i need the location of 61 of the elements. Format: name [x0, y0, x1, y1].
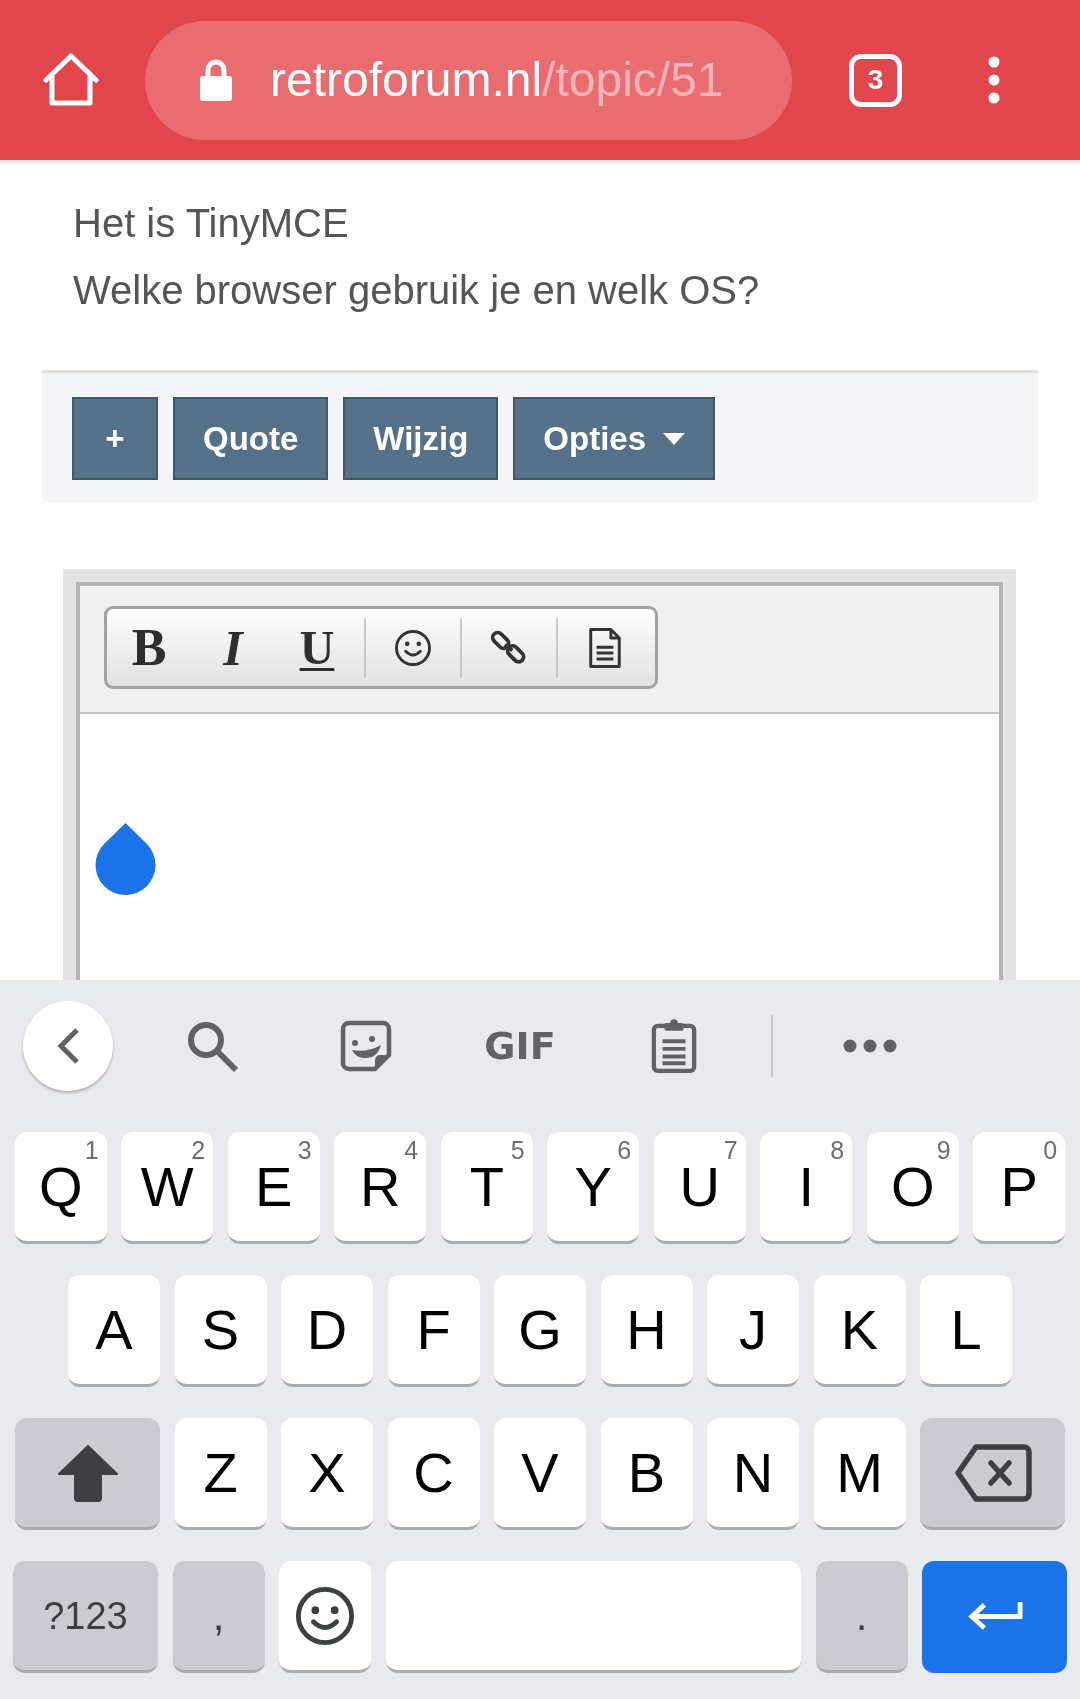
search-icon[interactable]: [185, 1019, 239, 1073]
teardrop-icon[interactable]: [95, 823, 156, 895]
letter-key[interactable]: S: [174, 1275, 267, 1387]
underline-button[interactable]: U: [275, 609, 359, 686]
number-hint: 0: [1043, 1138, 1058, 1163]
letter-key[interactable]: F: [387, 1275, 480, 1387]
number-hint: 1: [84, 1138, 99, 1163]
letter-key[interactable]: V: [494, 1418, 586, 1530]
letter-key[interactable]: I 8: [760, 1132, 853, 1244]
letter-key[interactable]: A: [68, 1275, 160, 1387]
letter-key[interactable]: B: [600, 1418, 693, 1530]
backspace-key[interactable]: [920, 1418, 1065, 1530]
punctuation-key[interactable]: ,: [172, 1561, 265, 1673]
smiley-icon[interactable]: [394, 628, 432, 667]
number-hint: 2: [191, 1138, 206, 1163]
number-hint: 4: [404, 1138, 419, 1163]
italic-button[interactable]: I: [191, 609, 275, 686]
smiley-icon: [295, 1585, 355, 1646]
letter-key[interactable]: Z: [174, 1418, 267, 1530]
letter-key[interactable]: X: [281, 1418, 373, 1530]
number-hint: 5: [510, 1138, 525, 1163]
post-text: Welke browser gebruik je en welk OS?: [73, 267, 760, 314]
caret-icon: [663, 432, 686, 445]
letter-key[interactable]: H: [600, 1275, 693, 1387]
letter-key[interactable]: L: [920, 1275, 1012, 1387]
backspace-icon: [953, 1442, 1032, 1503]
more-icon[interactable]: [843, 1039, 897, 1053]
letter-key[interactable]: M: [813, 1418, 906, 1530]
symbols-key[interactable]: ?123: [13, 1561, 158, 1673]
shift-key[interactable]: [15, 1418, 160, 1530]
letter-key[interactable]: G: [494, 1275, 586, 1387]
punctuation-key[interactable]: .: [815, 1561, 908, 1673]
lock-icon: [200, 59, 232, 101]
action-button[interactable]: Quote: [173, 397, 329, 480]
chevron-left-icon: [55, 1027, 80, 1065]
number-hint: 9: [936, 1138, 951, 1163]
bold-button[interactable]: B: [107, 609, 191, 686]
document-icon[interactable]: [588, 626, 622, 669]
emoji-key[interactable]: [279, 1561, 371, 1673]
sticker-icon[interactable]: [340, 1020, 392, 1072]
letter-key[interactable]: N: [707, 1418, 799, 1530]
number-hint: 3: [297, 1138, 312, 1163]
letter-key[interactable]: J: [707, 1275, 799, 1387]
clipboard-icon[interactable]: [651, 1018, 697, 1074]
letter-key[interactable]: K: [813, 1275, 906, 1387]
action-button[interactable]: Wijzig: [343, 397, 499, 480]
menu-icon[interactable]: [988, 56, 1000, 104]
tab-count-button[interactable]: 3: [849, 53, 902, 107]
number-hint: 8: [830, 1138, 845, 1163]
shift-arrow-icon: [56, 1443, 119, 1502]
number-hint: 7: [723, 1138, 738, 1163]
letter-key[interactable]: D: [281, 1275, 373, 1387]
home-icon[interactable]: [43, 53, 99, 107]
letter-key[interactable]: C: [387, 1418, 480, 1530]
enter-key[interactable]: [922, 1561, 1067, 1673]
return-arrow-icon: [965, 1599, 1024, 1632]
action-button[interactable]: +: [72, 397, 158, 480]
number-hint: 6: [617, 1138, 632, 1163]
gif-button[interactable]: GIF: [484, 1027, 556, 1065]
post-text: Het is TinyMCE: [73, 200, 349, 247]
dropdown-button[interactable]: Opties: [513, 397, 716, 480]
